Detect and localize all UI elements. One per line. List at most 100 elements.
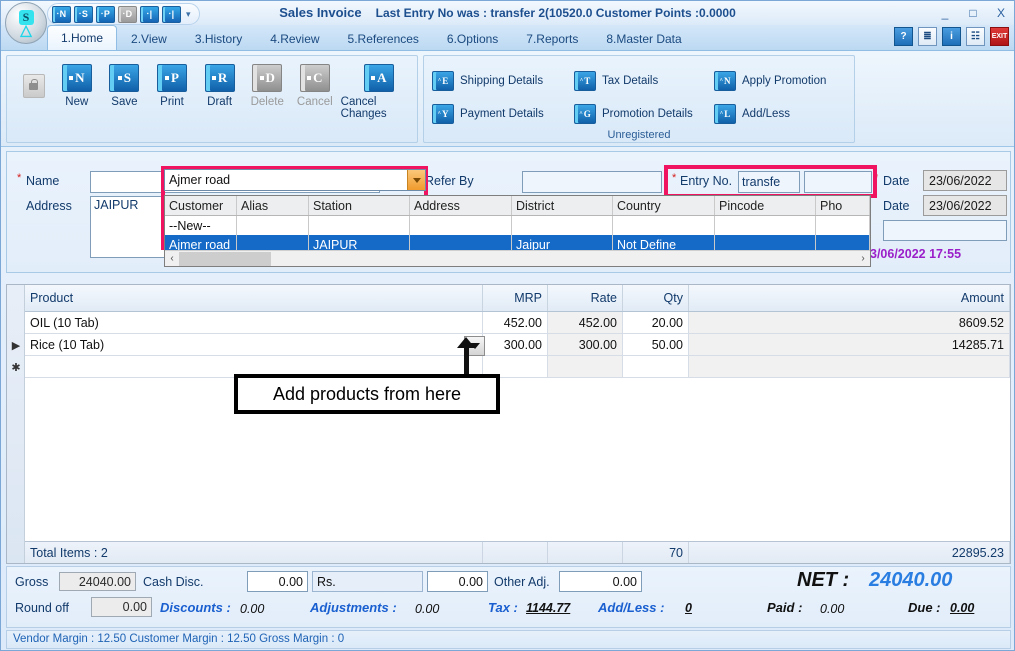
addless-value[interactable]: 0	[685, 601, 692, 615]
tax-value[interactable]: 1144.77	[526, 601, 570, 615]
column-rate[interactable]: Rate	[548, 285, 623, 311]
info-icon[interactable]: i	[942, 27, 961, 46]
draft-button[interactable]: R Draft	[198, 64, 242, 108]
qat-more-icon[interactable]: ▾	[184, 9, 191, 20]
date-picker[interactable]: 23/06/2022	[923, 170, 1007, 191]
column-product[interactable]: Product	[25, 285, 483, 311]
scroll-left-icon[interactable]: ‹	[165, 253, 179, 264]
close-button[interactable]: X	[994, 6, 1008, 20]
autocomplete-horizontal-scrollbar[interactable]: ‹ ›	[165, 250, 870, 266]
cash-disc-amount-input[interactable]: 0.00	[427, 571, 488, 592]
table-row-new[interactable]	[25, 356, 1010, 378]
currency-select[interactable]: Rs.	[312, 571, 423, 592]
ribbon-group-actions: N New S Save P Print R Draft D Delete C …	[6, 55, 418, 143]
callout-add-products: Add products from here	[234, 374, 500, 414]
qat-print-icon[interactable]: ▪ P	[96, 5, 115, 23]
cell-product[interactable]: Rice (10 Tab)	[25, 334, 483, 355]
customer-autocomplete-list[interactable]: Customer Alias Station Address District …	[164, 195, 871, 267]
round-off-input[interactable]: 0.00	[91, 597, 152, 617]
scrollbar-thumb[interactable]	[179, 251, 271, 266]
qat-draft-icon[interactable]: ▪ D	[118, 5, 137, 23]
other-adj-input[interactable]: 0.00	[559, 571, 642, 592]
qat-new-icon[interactable]: ▪ N	[52, 5, 71, 23]
promotion-details-button[interactable]: ^ G Promotion Details	[574, 97, 714, 130]
promotion-details-label: Promotion Details	[602, 107, 693, 120]
apply-promotion-button[interactable]: ^ N Apply Promotion	[714, 64, 859, 97]
apply-promotion-label: Apply Promotion	[742, 74, 827, 87]
entry-no-select[interactable]: transfe	[738, 171, 800, 193]
cell-address	[410, 216, 512, 235]
cell-qty[interactable]: 50.00	[623, 334, 689, 355]
draft-button-label: Draft	[207, 96, 233, 108]
summary-mrp	[483, 542, 548, 563]
cell-amount[interactable]: 14285.71	[689, 334, 1010, 355]
tab-references[interactable]: 5.References	[334, 27, 433, 50]
shipping-details-button[interactable]: ^ E Shipping Details	[432, 64, 574, 97]
tax-details-button[interactable]: ^ T Tax Details	[574, 64, 714, 97]
payment-details-button[interactable]: ^ Y Payment Details	[432, 97, 574, 130]
lock-icon[interactable]	[23, 74, 45, 98]
printer-icon[interactable]: ≣	[918, 27, 937, 46]
exit-icon[interactable]: EXIT	[990, 27, 1009, 46]
date-required-marker: *	[874, 172, 879, 184]
column-qty[interactable]: Qty	[623, 285, 689, 311]
qat-save-icon[interactable]: ▪ S	[74, 5, 93, 23]
qat-extra2-icon[interactable]: ▪ |	[162, 5, 181, 23]
cell-mrp[interactable]: 452.00	[483, 312, 548, 333]
tab-view[interactable]: 2.View	[117, 27, 181, 50]
cancel-button[interactable]: C Cancel	[293, 64, 337, 108]
cell-qty[interactable]: 20.00	[623, 312, 689, 333]
tab-home[interactable]: 1.Home	[47, 25, 118, 50]
tab-options[interactable]: 6.Options	[433, 27, 512, 50]
window-subtitle: Last Entry No was : transfer 2(10520.0 C…	[375, 6, 736, 20]
scroll-right-icon[interactable]: ›	[856, 253, 870, 264]
new-icon: N	[61, 64, 92, 92]
tax-details-label: Tax Details	[602, 74, 659, 87]
column-mrp[interactable]: MRP	[483, 285, 548, 311]
table-row[interactable]: Rice (10 Tab) 300.00 300.00 50.00 14285.…	[25, 334, 1010, 356]
autocomplete-dropdown-button[interactable]	[407, 170, 425, 190]
minimize-button[interactable]: _	[938, 6, 952, 20]
table-row[interactable]: OIL (10 Tab) 452.00 452.00 20.00 8609.52	[25, 312, 1010, 334]
entry-no-required-marker: *	[672, 172, 677, 184]
cell-mrp[interactable]: 300.00	[483, 334, 548, 355]
extra-select[interactable]	[883, 220, 1007, 241]
tab-review[interactable]: 4.Review	[256, 27, 333, 50]
new-button[interactable]: N New	[55, 64, 99, 108]
help-icon[interactable]: ?	[894, 27, 913, 46]
add-less-button[interactable]: ^ L Add/Less	[714, 97, 859, 130]
app-logo-icon[interactable]: S △	[5, 2, 47, 44]
customer-autocomplete-input[interactable]: Ajmer road	[164, 169, 426, 191]
document-icon[interactable]: ☷	[966, 27, 985, 46]
date2-picker[interactable]: 23/06/2022	[923, 195, 1007, 216]
page-title: Sales Invoice	[279, 5, 362, 20]
qat-extra1-icon[interactable]: ▪ |	[140, 5, 159, 23]
cancel-icon: C	[299, 64, 330, 92]
tab-master-data[interactable]: 8.Master Data	[592, 27, 695, 50]
print-button[interactable]: P Print	[150, 64, 194, 108]
cell-customer: --New--	[165, 216, 237, 235]
cell-amount[interactable]	[689, 356, 1010, 377]
tab-reports[interactable]: 7.Reports	[512, 27, 592, 50]
due-value[interactable]: 0.00	[950, 601, 974, 615]
maximize-button[interactable]: □	[966, 6, 980, 20]
refer-by-select[interactable]	[522, 171, 662, 193]
save-button[interactable]: S Save	[103, 64, 147, 108]
cell-qty[interactable]	[623, 356, 689, 377]
cell-amount[interactable]: 8609.52	[689, 312, 1010, 333]
autocomplete-row-new[interactable]: --New--	[165, 216, 870, 235]
column-amount[interactable]: Amount	[689, 285, 1010, 311]
cancel-changes-button[interactable]: A Cancel Changes	[341, 64, 417, 120]
entry-no-second-select[interactable]	[804, 171, 872, 193]
tab-history[interactable]: 3.History	[181, 27, 256, 50]
product-grid[interactable]: Product MRP Rate Qty Amount OIL (10 Tab)…	[6, 284, 1011, 564]
cell-rate[interactable]: 452.00	[548, 312, 623, 333]
delete-button[interactable]: D Delete	[245, 64, 289, 108]
cell-rate[interactable]: 300.00	[548, 334, 623, 355]
save-icon: S	[109, 64, 140, 92]
cash-disc-input[interactable]: 0.00	[247, 571, 308, 592]
cell-product[interactable]: OIL (10 Tab)	[25, 312, 483, 333]
cell-rate[interactable]	[548, 356, 623, 377]
entry-no-label: Entry No.	[680, 174, 733, 188]
date2-label: Date	[883, 199, 910, 213]
